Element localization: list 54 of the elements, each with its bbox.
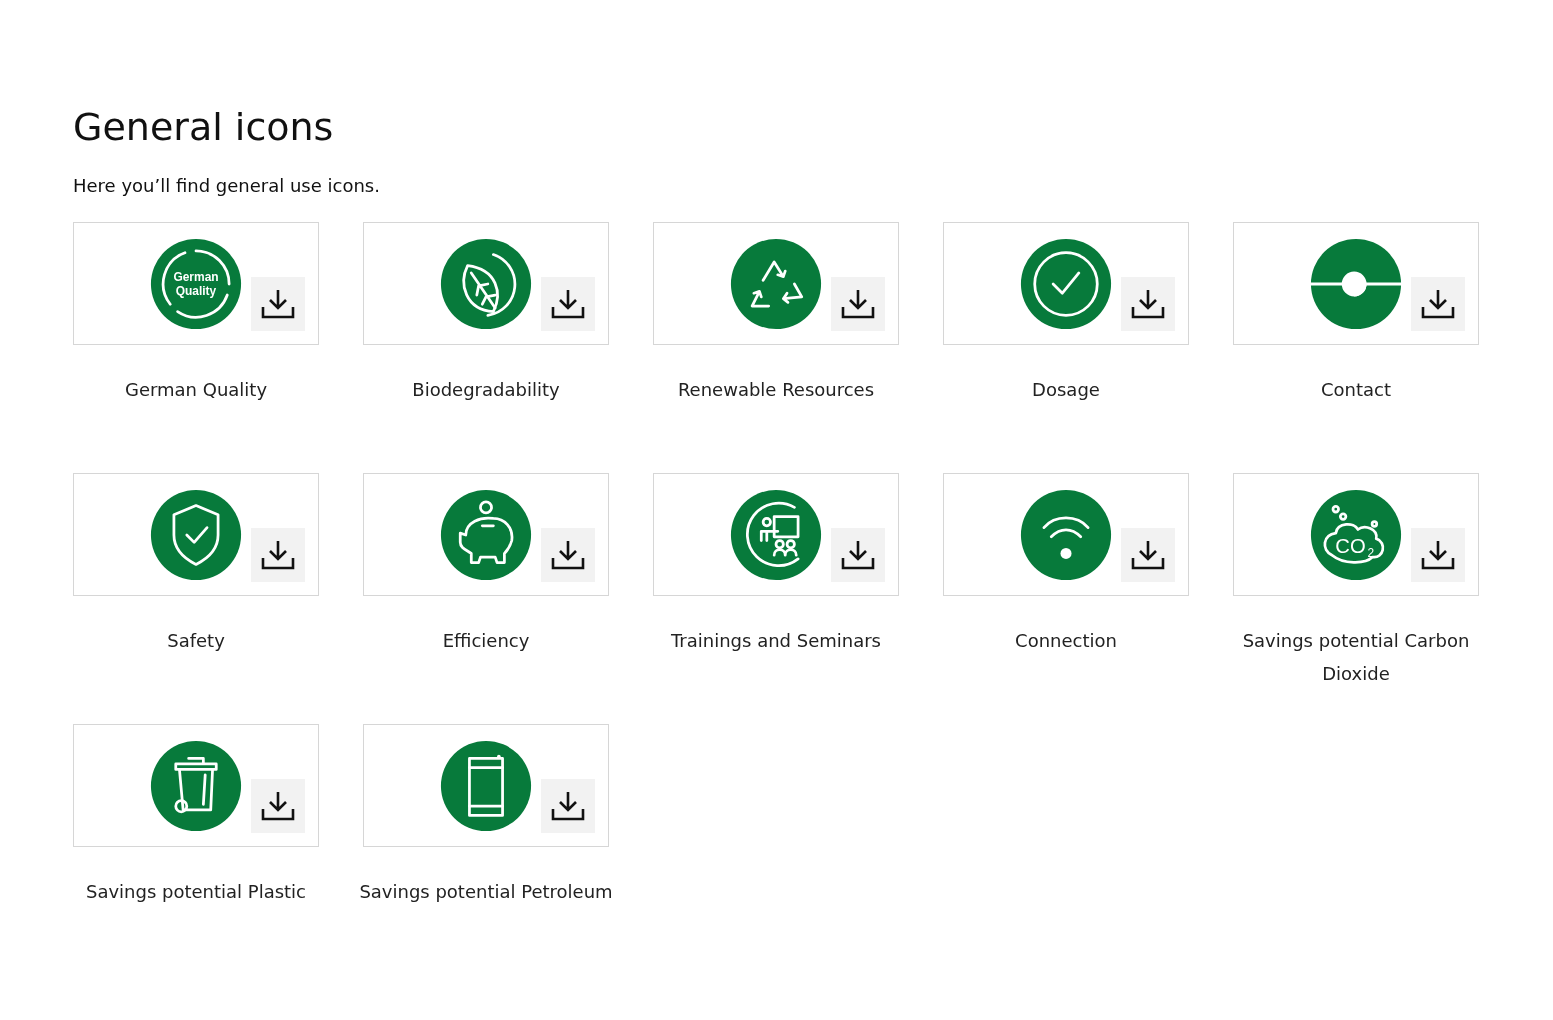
icon-label: Trainings and Seminars <box>670 629 882 653</box>
intro-text: Here you’ll find general use icons. <box>73 174 381 198</box>
download-icon <box>841 540 875 570</box>
badge-text: Quality <box>175 283 217 298</box>
wifi-badge-icon <box>1020 488 1112 581</box>
download-button[interactable] <box>541 528 595 582</box>
check-badge-icon <box>1020 237 1112 330</box>
contact-badge-icon <box>1310 237 1402 330</box>
icon-label: Efficiency <box>441 629 531 653</box>
page-heading: General icons <box>73 104 335 151</box>
download-icon <box>261 289 295 319</box>
download-button[interactable] <box>1121 277 1175 331</box>
download-icon <box>1131 540 1165 570</box>
leaf-badge-icon <box>440 237 532 330</box>
download-button[interactable] <box>251 779 305 833</box>
download-icon <box>1131 289 1165 319</box>
bubbles-icon <box>1331 504 1379 528</box>
download-icon <box>551 791 585 821</box>
download-button[interactable] <box>831 277 885 331</box>
download-button[interactable] <box>1121 528 1175 582</box>
download-icon <box>1421 289 1455 319</box>
badge-text: CO <box>1335 534 1366 557</box>
download-button[interactable] <box>1411 528 1465 582</box>
icon-label: Dosage <box>1031 378 1101 402</box>
download-icon <box>551 289 585 319</box>
ring-icon <box>161 249 231 319</box>
badge-text: German <box>173 269 219 284</box>
icon-label: Savings potential Carbon Dioxide <box>1241 629 1471 686</box>
download-button[interactable] <box>541 277 595 331</box>
shield-badge-icon <box>150 488 242 581</box>
icon-label: Connection <box>1014 629 1118 653</box>
download-button[interactable] <box>831 528 885 582</box>
icon-label: Safety <box>166 629 226 653</box>
download-button[interactable] <box>251 528 305 582</box>
download-icon <box>1421 540 1455 570</box>
download-button[interactable] <box>541 779 595 833</box>
download-button[interactable] <box>251 277 305 331</box>
recycle-badge-icon <box>730 237 822 330</box>
training-badge-icon <box>730 488 822 581</box>
bin-badge-icon <box>150 739 242 832</box>
icon-label: Savings potential Plastic <box>84 880 308 904</box>
cloud-icon <box>1323 522 1385 564</box>
download-button[interactable] <box>1411 277 1465 331</box>
icon-label: German Quality <box>123 378 269 402</box>
icon-label: Biodegradability <box>411 378 561 402</box>
download-icon <box>551 540 585 570</box>
icon-label: Savings potential Petroleum <box>358 880 614 904</box>
download-icon <box>841 289 875 319</box>
piggy-badge-icon <box>440 488 532 581</box>
icon-label: Contact <box>1320 378 1392 402</box>
download-icon <box>261 540 295 570</box>
icon-label: Renewable Resources <box>676 378 876 402</box>
download-icon <box>261 791 295 821</box>
barrel-badge-icon <box>440 739 532 832</box>
